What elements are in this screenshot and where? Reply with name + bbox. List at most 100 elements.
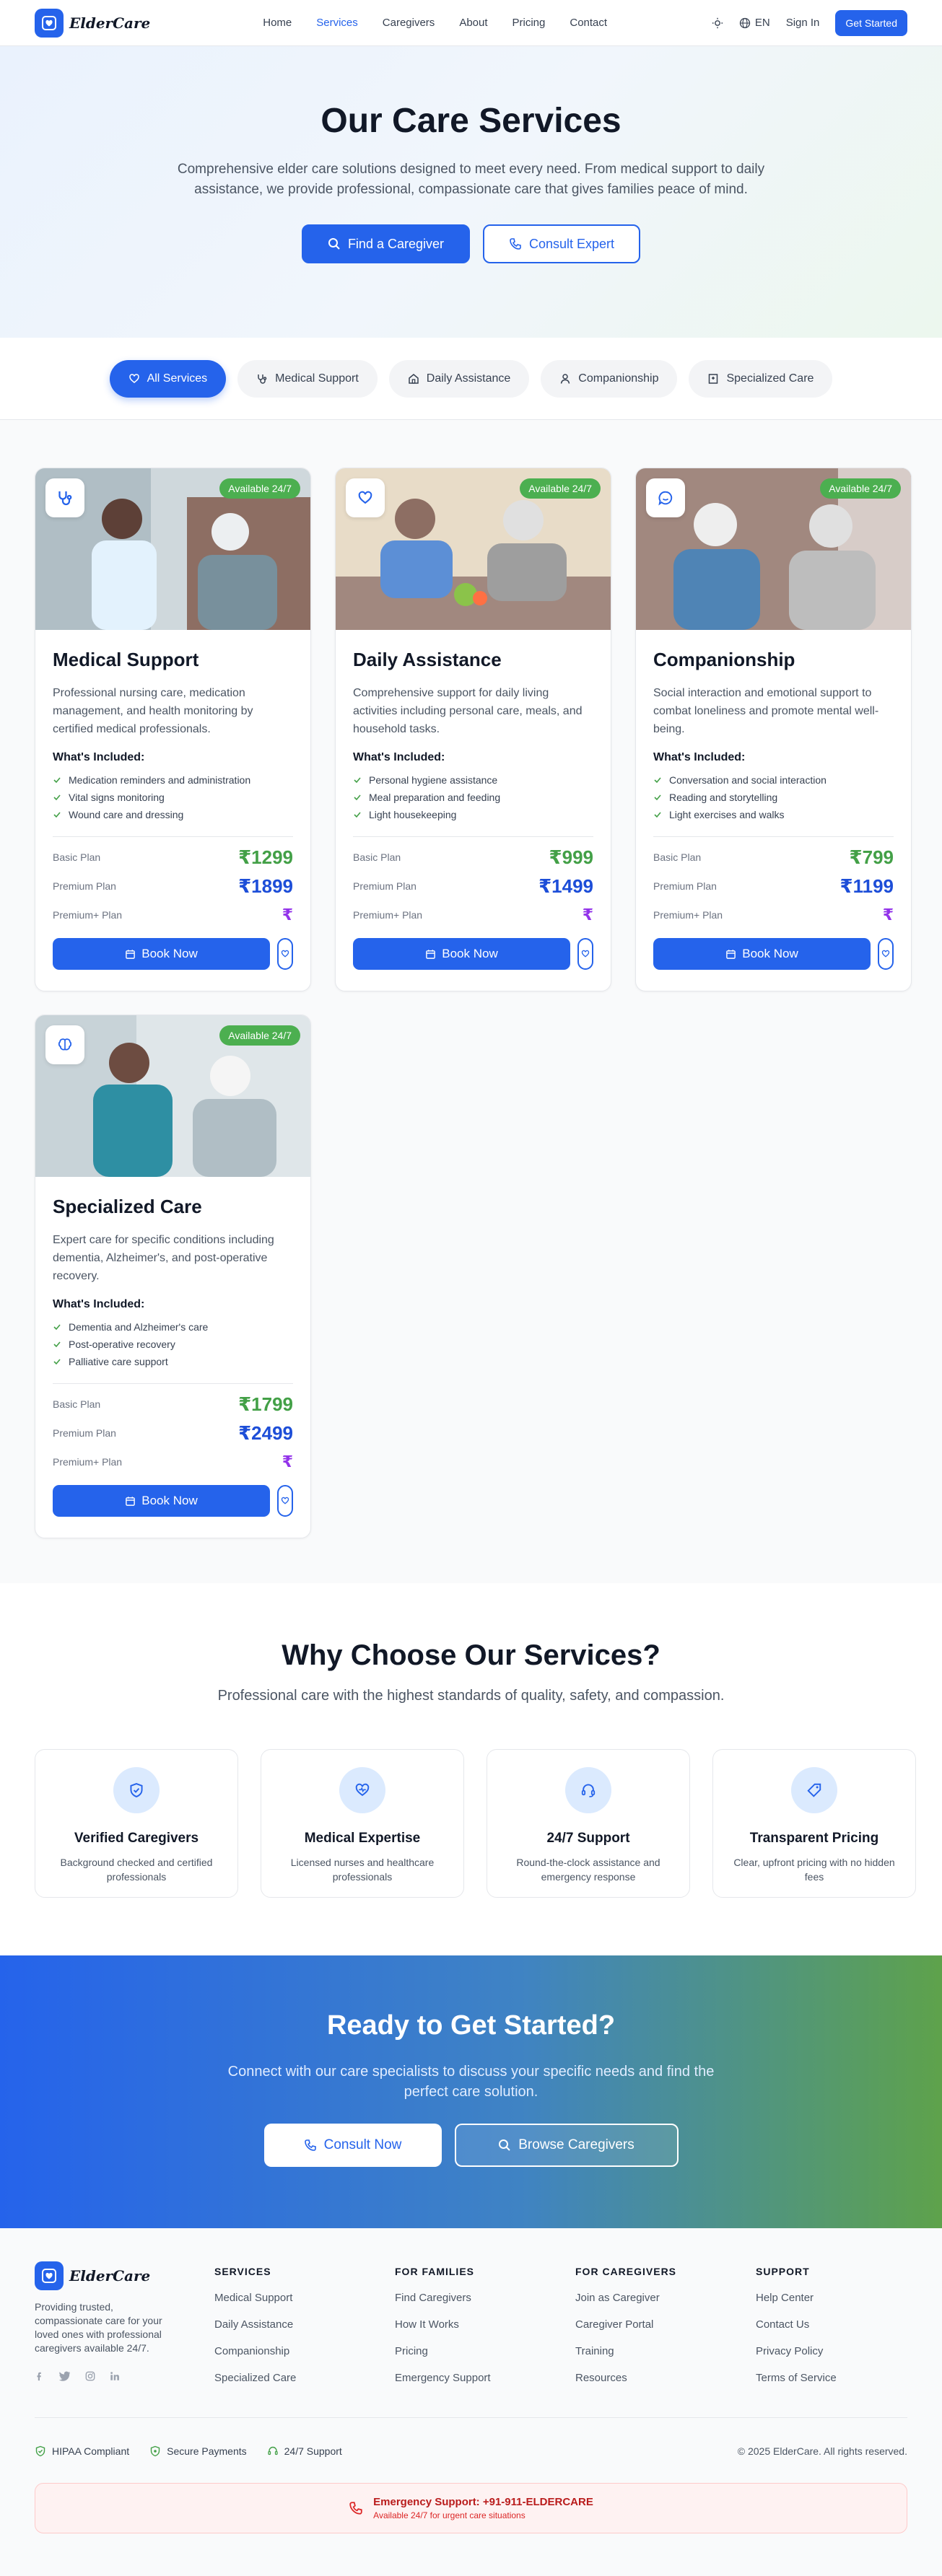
footer-link[interactable]: Specialized Care xyxy=(214,2372,395,2384)
included-item-text: Dementia and Alzheimer's care xyxy=(69,1321,209,1333)
footer-link[interactable]: How It Works xyxy=(395,2318,575,2331)
book-now-button[interactable]: Book Now xyxy=(53,938,270,970)
footer-link[interactable]: Terms of Service xyxy=(756,2372,907,2384)
filter-label: Specialized Care xyxy=(726,372,814,385)
filter-label: Medical Support xyxy=(275,372,359,385)
footer-column-title: SERVICES xyxy=(214,2266,271,2277)
service-card-specialized-care: Available 24/7 Specialized Care Expert c… xyxy=(35,1015,311,1538)
footer-link[interactable]: Resources xyxy=(575,2372,756,2384)
plan-row-premium-plus: Premium+ Plan ₹ xyxy=(353,906,593,924)
footer-link[interactable]: Join as Caregiver xyxy=(575,2292,756,2304)
plan-price: ₹1899 xyxy=(238,875,293,897)
footer-link[interactable]: Medical Support xyxy=(214,2292,395,2304)
facebook-icon[interactable] xyxy=(35,2371,45,2381)
feature-title: Transparent Pricing xyxy=(749,1831,879,1846)
footer-link[interactable]: Help Center xyxy=(756,2292,907,2304)
service-photo: Available 24/7 xyxy=(35,1015,310,1177)
top-navbar: ElderCare Home Services Caregivers About… xyxy=(0,0,942,46)
filter-specialized-care[interactable]: Specialized Care xyxy=(689,359,833,398)
book-now-button[interactable]: Book Now xyxy=(653,938,871,970)
favorite-button[interactable] xyxy=(277,938,293,970)
favorite-button[interactable] xyxy=(577,938,593,970)
footer-column-title: SUPPORT xyxy=(756,2266,810,2277)
language-selector[interactable]: EN xyxy=(739,17,770,29)
nav-link-about[interactable]: About xyxy=(459,17,487,29)
filter-medical-support[interactable]: Medical Support xyxy=(237,359,378,398)
plan-name: Basic Plan xyxy=(653,851,702,863)
twitter-icon[interactable] xyxy=(59,2371,71,2381)
nav-links: Home Services Caregivers About Pricing C… xyxy=(263,17,607,29)
headset-icon xyxy=(267,2446,278,2455)
linkedin-icon[interactable] xyxy=(110,2371,120,2381)
instagram-icon[interactable] xyxy=(85,2371,95,2381)
emergency-title: Emergency Support: +91-911-ELDERCARE xyxy=(373,2496,593,2508)
service-card-companionship: Available 24/7 Companionship Social inte… xyxy=(635,468,912,991)
site-footer: ElderCare Providing trusted, compassiona… xyxy=(0,2228,942,2576)
list-item: Palliative care support xyxy=(53,1353,293,1370)
copyright: © 2025 ElderCare. All rights reserved. xyxy=(737,2445,907,2457)
sign-in-link[interactable]: Sign In xyxy=(786,17,820,29)
service-title: Specialized Care xyxy=(53,1196,202,1217)
plan-row-basic: Basic Plan ₹1799 xyxy=(53,1393,293,1415)
footer-link[interactable]: Caregiver Portal xyxy=(575,2318,756,2331)
book-now-button[interactable]: Book Now xyxy=(53,1485,270,1517)
social-links xyxy=(35,2371,214,2381)
find-caregiver-button[interactable]: Find a Caregiver xyxy=(301,224,470,263)
feature-desc: Clear, upfront pricing with no hidden fe… xyxy=(733,1857,895,1883)
nav-link-pricing[interactable]: Pricing xyxy=(513,17,546,29)
footer-link[interactable]: Find Caregivers xyxy=(395,2292,575,2304)
theme-toggle-icon[interactable] xyxy=(712,17,723,29)
get-started-button[interactable]: Get Started xyxy=(835,9,907,36)
list-item: Medication reminders and administration xyxy=(53,771,293,789)
plan-name: Premium Plan xyxy=(53,1427,116,1439)
consult-expert-button[interactable]: Consult Expert xyxy=(483,224,641,263)
footer-link[interactable]: Emergency Support xyxy=(395,2372,575,2384)
secure-payment-icon xyxy=(150,2445,160,2457)
footer-link[interactable]: Pricing xyxy=(395,2345,575,2357)
plan-price: ₹ xyxy=(282,1453,293,1471)
footer-link[interactable]: Privacy Policy xyxy=(756,2345,907,2357)
brand-logo[interactable]: ElderCare xyxy=(35,8,151,38)
nav-link-caregivers[interactable]: Caregivers xyxy=(383,17,435,29)
service-photo: Available 24/7 xyxy=(336,468,611,630)
plan-row-premium: Premium Plan ₹1899 xyxy=(53,875,293,897)
filter-daily-assistance[interactable]: Daily Assistance xyxy=(388,359,530,398)
favorite-button[interactable] xyxy=(277,1485,293,1517)
service-photo: Available 24/7 xyxy=(636,468,911,630)
filter-label: Daily Assistance xyxy=(426,372,511,385)
trust-badge-hipaa: HIPAA Compliant xyxy=(35,2445,129,2457)
included-item-text: Meal preparation and feeding xyxy=(369,792,501,803)
cta-subtitle: Connect with our care specialists to dis… xyxy=(227,2064,715,2100)
list-item: Light housekeeping xyxy=(353,806,593,823)
footer-link[interactable]: Training xyxy=(575,2345,756,2357)
browse-caregivers-button[interactable]: Browse Caregivers xyxy=(454,2124,679,2167)
plan-name: Premium+ Plan xyxy=(353,909,423,921)
brand-name: ElderCare xyxy=(69,14,151,32)
included-heading: What's Included: xyxy=(353,751,445,763)
heart-icon xyxy=(281,1497,289,1504)
nav-link-services[interactable]: Services xyxy=(316,17,358,29)
filter-companionship[interactable]: Companionship xyxy=(541,359,678,398)
plan-price: ₹1799 xyxy=(238,1393,293,1415)
service-title: Medical Support xyxy=(53,649,199,670)
footer-link[interactable]: Contact Us xyxy=(756,2318,907,2331)
book-now-label: Book Now xyxy=(141,1494,198,1507)
filter-all-services[interactable]: All Services xyxy=(109,359,227,398)
plan-row-premium-plus: Premium+ Plan ₹ xyxy=(53,906,293,924)
nav-link-contact[interactable]: Contact xyxy=(570,17,607,29)
footer-column-families: FOR FAMILIES Find Caregivers How It Work… xyxy=(395,2261,575,2384)
emergency-support-banner[interactable]: Emergency Support: +91-911-ELDERCARE Ava… xyxy=(35,2483,907,2533)
plan-name: Premium+ Plan xyxy=(53,1456,123,1468)
included-heading: What's Included: xyxy=(53,751,145,763)
nav-link-home[interactable]: Home xyxy=(263,17,292,29)
favorite-button[interactable] xyxy=(878,938,894,970)
footer-link[interactable]: Companionship xyxy=(214,2345,395,2357)
service-card-grid: Available 24/7 Medical Support Professio… xyxy=(35,468,912,1538)
cta-title: Ready to Get Started? xyxy=(326,2010,616,2041)
browse-caregivers-label: Browse Caregivers xyxy=(518,2137,634,2152)
footer-logo[interactable]: ElderCare xyxy=(35,2261,214,2290)
plan-price: ₹999 xyxy=(549,846,593,868)
consult-now-button[interactable]: Consult Now xyxy=(263,2124,442,2167)
book-now-button[interactable]: Book Now xyxy=(353,938,570,970)
footer-link[interactable]: Daily Assistance xyxy=(214,2318,395,2331)
